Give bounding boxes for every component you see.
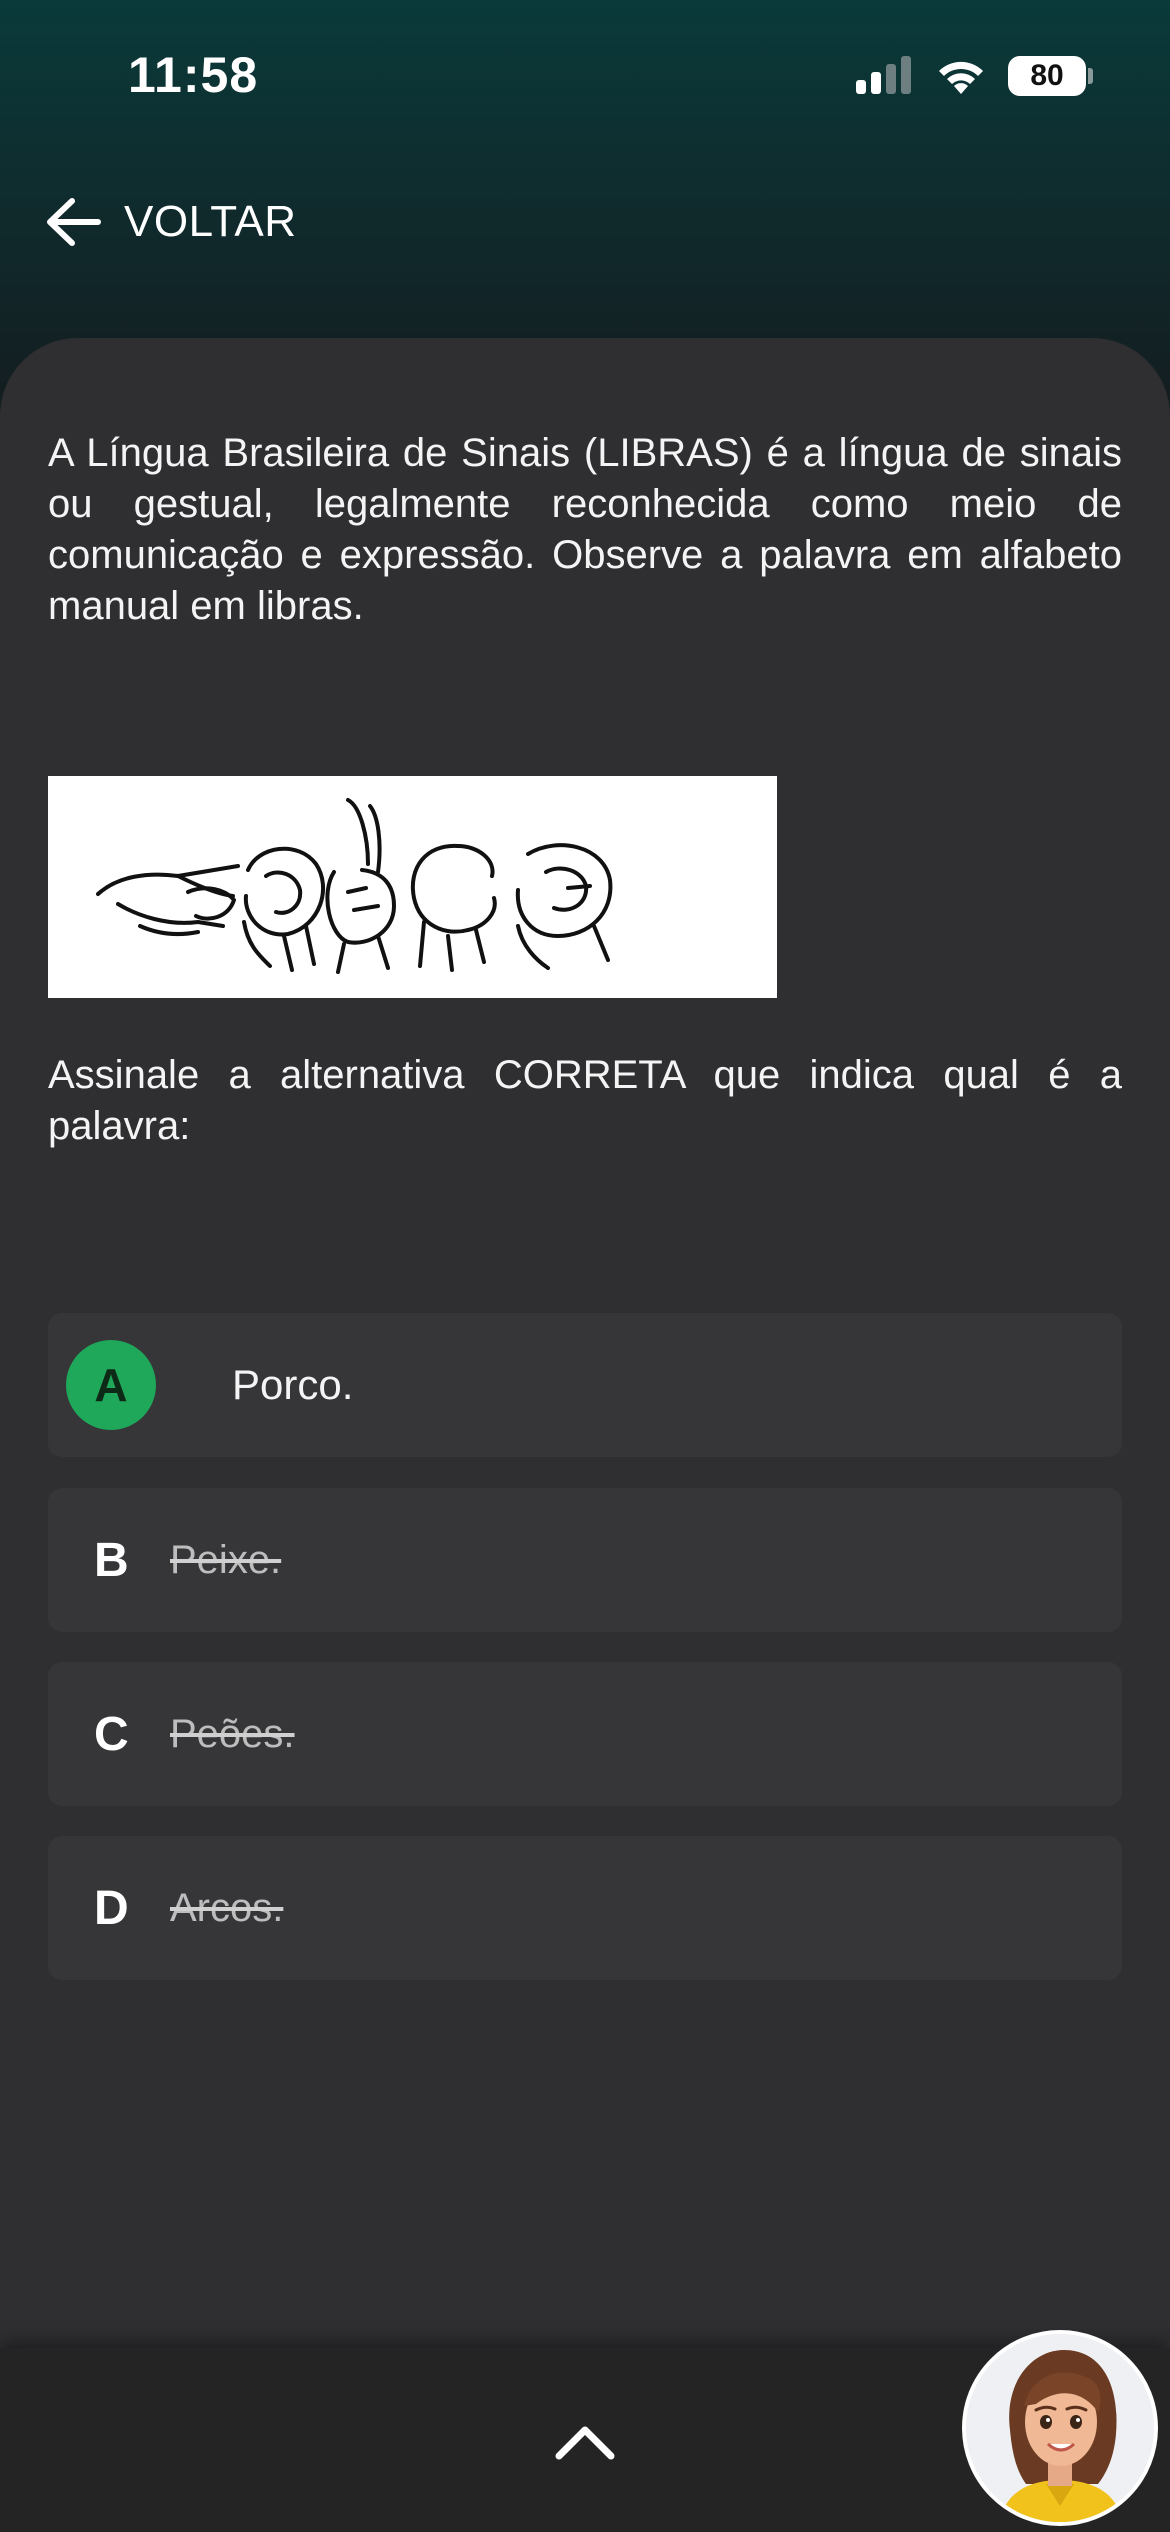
- question-text: A Língua Brasileira de Sinais (LIBRAS) é…: [48, 431, 1122, 628]
- libras-hands-image: [48, 776, 777, 998]
- option-a-letter: A: [66, 1340, 156, 1430]
- assistant-avatar[interactable]: [962, 2330, 1158, 2526]
- signal-icon: [856, 56, 911, 94]
- option-b[interactable]: B Peixe.: [48, 1488, 1122, 1632]
- battery-level: 80: [1030, 59, 1064, 92]
- option-d[interactable]: D Arcos.: [48, 1836, 1122, 1980]
- option-c[interactable]: C Peões.: [48, 1662, 1122, 1806]
- option-a[interactable]: A Porco.: [48, 1313, 1122, 1457]
- battery-nub: [1088, 68, 1093, 84]
- battery-icon: 80: [1008, 56, 1086, 96]
- option-b-text: Peixe.: [170, 1537, 282, 1582]
- option-b-letter: B: [94, 1533, 129, 1587]
- status-time: 11:58: [128, 47, 259, 103]
- status-bar: 11:58 80: [0, 0, 1170, 150]
- chevron-up-icon[interactable]: [553, 2422, 617, 2462]
- arrow-left-icon: [47, 198, 101, 246]
- back-label: VOLTAR: [124, 197, 297, 246]
- wifi-icon: [939, 61, 983, 94]
- instruction-text: Assinale a alternativa CORRETA que indic…: [48, 1053, 1122, 1148]
- option-c-letter: C: [94, 1707, 129, 1761]
- back-button[interactable]: VOLTAR: [44, 192, 297, 252]
- option-d-text: Arcos.: [170, 1885, 284, 1930]
- option-d-letter: D: [94, 1881, 129, 1935]
- option-a-text: Porco.: [232, 1361, 354, 1408]
- option-c-text: Peões.: [170, 1711, 295, 1756]
